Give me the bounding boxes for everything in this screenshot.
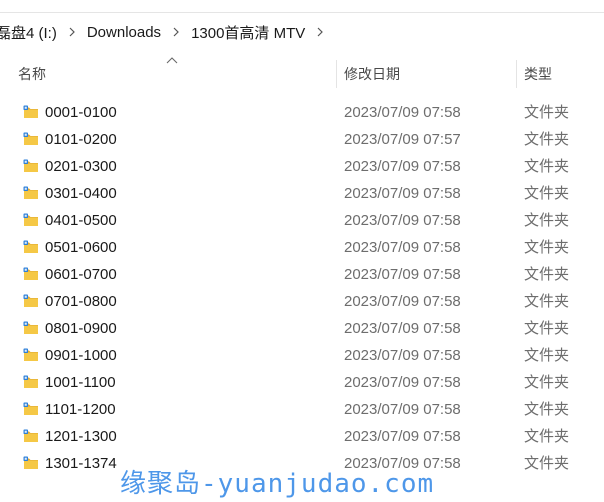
modified-date: 2023/07/09 07:58 — [344, 266, 461, 283]
table-row[interactable]: 0201-0300 2023/07/09 07:58 文件夹 — [0, 153, 604, 180]
chevron-right-icon[interactable] — [311, 27, 329, 37]
folder-icon — [23, 374, 39, 390]
modified-date: 2023/07/09 07:58 — [344, 374, 461, 391]
file-type: 文件夹 — [524, 428, 570, 445]
column-header-bar: 名称 修改日期 类型 — [0, 54, 604, 94]
modified-date: 2023/07/09 07:58 — [344, 401, 461, 418]
table-row[interactable]: 0901-1000 2023/07/09 07:58 文件夹 — [0, 342, 604, 369]
file-name: 1101-1200 — [45, 401, 116, 418]
column-header-name[interactable]: 名称 — [18, 54, 46, 94]
file-type: 文件夹 — [524, 104, 570, 121]
column-header-type[interactable]: 类型 — [524, 54, 552, 94]
modified-date: 2023/07/09 07:58 — [344, 293, 461, 310]
modified-date: 2023/07/09 07:58 — [344, 347, 461, 364]
file-name: 0401-0500 — [45, 212, 117, 229]
modified-date: 2023/07/09 07:58 — [344, 239, 461, 256]
folder-icon — [23, 320, 39, 336]
file-type: 文件夹 — [524, 347, 570, 364]
folder-icon — [23, 401, 39, 417]
modified-date: 2023/07/09 07:58 — [344, 104, 461, 121]
file-type: 文件夹 — [524, 320, 570, 337]
file-type: 文件夹 — [524, 293, 570, 310]
table-row[interactable]: 0401-0500 2023/07/09 07:58 文件夹 — [0, 207, 604, 234]
folder-icon — [23, 212, 39, 228]
folder-icon — [23, 266, 39, 282]
breadcrumb-current-folder[interactable]: 1300首高清 MTV — [185, 22, 311, 43]
chevron-right-icon[interactable] — [167, 27, 185, 37]
file-name: 0501-0600 — [45, 239, 117, 256]
file-name: 0301-0400 — [45, 185, 117, 202]
file-type: 文件夹 — [524, 455, 570, 472]
file-name: 0701-0800 — [45, 293, 117, 310]
table-row[interactable]: 0801-0900 2023/07/09 07:58 文件夹 — [0, 315, 604, 342]
modified-date: 2023/07/09 07:57 — [344, 131, 461, 148]
file-list: 0001-0100 2023/07/09 07:58 文件夹 0101-0200 202… — [0, 99, 604, 477]
chevron-right-icon[interactable] — [63, 27, 81, 37]
file-name: 0601-0700 — [45, 266, 117, 283]
file-type: 文件夹 — [524, 239, 570, 256]
modified-date: 2023/07/09 07:58 — [344, 320, 461, 337]
folder-icon — [23, 428, 39, 444]
modified-date: 2023/07/09 07:58 — [344, 428, 461, 445]
file-type: 文件夹 — [524, 212, 570, 229]
folder-icon — [23, 104, 39, 120]
file-name: 0001-0100 — [45, 104, 117, 121]
column-resize-handle[interactable] — [516, 60, 517, 88]
table-row[interactable]: 1201-1300 2023/07/09 07:58 文件夹 — [0, 423, 604, 450]
file-type: 文件夹 — [524, 374, 570, 391]
file-type: 文件夹 — [524, 266, 570, 283]
modified-date: 2023/07/09 07:58 — [344, 212, 461, 229]
file-type: 文件夹 — [524, 401, 570, 418]
folder-icon — [23, 131, 39, 147]
table-row[interactable]: 0601-0700 2023/07/09 07:58 文件夹 — [0, 261, 604, 288]
file-type: 文件夹 — [524, 185, 570, 202]
file-name: 0101-0200 — [45, 131, 117, 148]
folder-icon — [23, 455, 39, 471]
file-type: 文件夹 — [524, 131, 570, 148]
file-name: 0201-0300 — [45, 158, 117, 175]
table-row[interactable]: 0301-0400 2023/07/09 07:58 文件夹 — [0, 180, 604, 207]
modified-date: 2023/07/09 07:58 — [344, 185, 461, 202]
folder-icon — [23, 239, 39, 255]
breadcrumb-drive[interactable]: 磊盘4 (I:) — [0, 22, 63, 43]
table-row[interactable]: 0101-0200 2023/07/09 07:57 文件夹 — [0, 126, 604, 153]
table-row[interactable]: 0701-0800 2023/07/09 07:58 文件夹 — [0, 288, 604, 315]
modified-date: 2023/07/09 07:58 — [344, 158, 461, 175]
column-resize-handle[interactable] — [336, 60, 337, 88]
column-header-date[interactable]: 修改日期 — [344, 54, 400, 94]
file-type: 文件夹 — [524, 158, 570, 175]
folder-icon — [23, 293, 39, 309]
table-row[interactable]: 1101-1200 2023/07/09 07:58 文件夹 — [0, 396, 604, 423]
table-row[interactable]: 0501-0600 2023/07/09 07:58 文件夹 — [0, 234, 604, 261]
file-name: 1301-1374 — [45, 455, 117, 472]
file-name: 1201-1300 — [45, 428, 117, 445]
table-row[interactable]: 1001-1100 2023/07/09 07:58 文件夹 — [0, 369, 604, 396]
table-row[interactable]: 0001-0100 2023/07/09 07:58 文件夹 — [0, 99, 604, 126]
folder-icon — [23, 158, 39, 174]
folder-icon — [23, 347, 39, 363]
breadcrumb: 磊盘4 (I:) Downloads 1300首高清 MTV — [0, 13, 604, 51]
breadcrumb-downloads[interactable]: Downloads — [81, 24, 167, 41]
sort-up-icon — [166, 57, 178, 64]
file-name: 0801-0900 — [45, 320, 117, 337]
file-name: 1001-1100 — [45, 374, 116, 391]
watermark: 缘聚岛-yuanjudao.com — [120, 469, 435, 499]
folder-icon — [23, 185, 39, 201]
file-name: 0901-1000 — [45, 347, 117, 364]
